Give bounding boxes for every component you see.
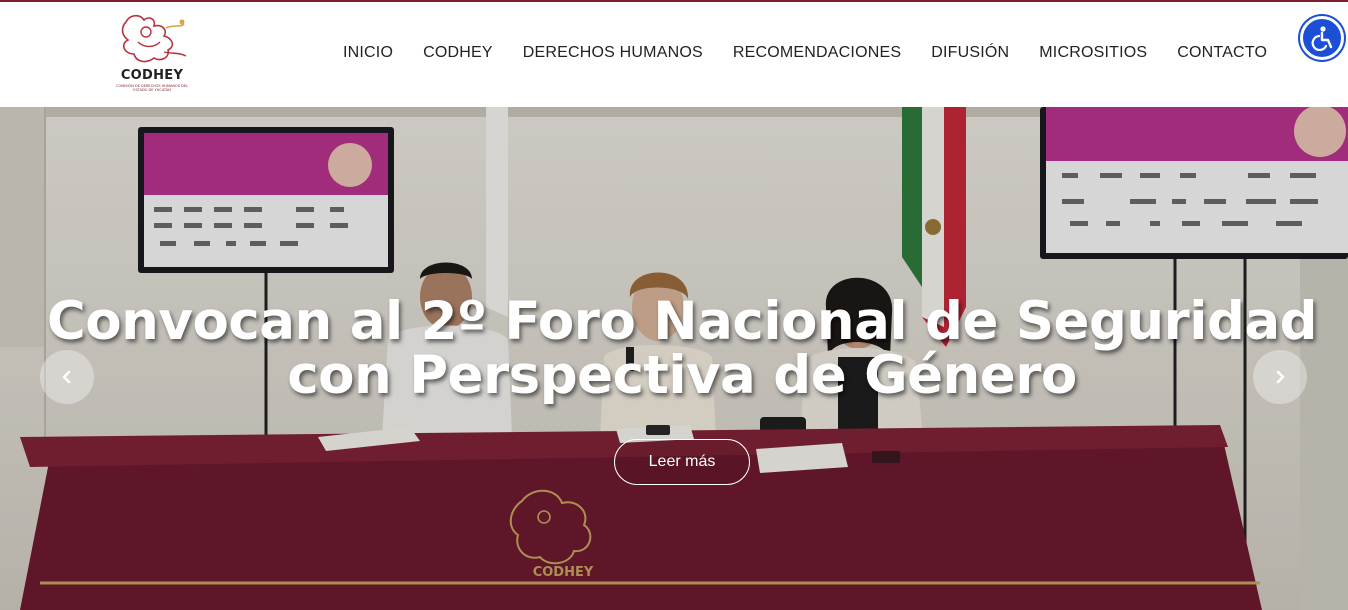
chevron-right-icon <box>1276 370 1285 384</box>
nav-item-inicio[interactable]: INICIO <box>343 44 393 62</box>
hero-carousel: CODHEY Convocan al 2º Foro Nacional de S… <box>0 107 1348 610</box>
logo-figure-icon <box>121 14 187 63</box>
read-more-button[interactable]: Leer más <box>614 439 750 485</box>
carousel-prev-button[interactable] <box>40 350 94 404</box>
nav-item-difusion[interactable]: DIFUSIÓN <box>931 44 1009 62</box>
nav-item-derechos-humanos[interactable]: DERECHOS HUMANOS <box>523 44 703 62</box>
accessibility-icon <box>1311 26 1333 51</box>
carousel-next-button[interactable] <box>1253 350 1307 404</box>
chevron-left-icon <box>62 370 71 384</box>
logo-wordmark: CODHEY <box>120 68 184 83</box>
nav-item-codhey[interactable]: CODHEY <box>423 44 493 62</box>
slide-headline: Convocan al 2º Foro Nacional de Segurida… <box>46 291 1318 406</box>
accessibility-button[interactable] <box>1300 16 1344 60</box>
site-header: CODHEY COMISIÓN DE DERECHOS HUMANOS DEL … <box>0 2 1348 107</box>
nav-item-contacto[interactable]: CONTACTO <box>1177 44 1267 62</box>
logo-subtitle: COMISIÓN DE DERECHOS HUMANOS DEL ESTADO … <box>116 84 188 92</box>
codhey-logo[interactable]: CODHEY COMISIÓN DE DERECHOS HUMANOS DEL … <box>112 12 196 98</box>
nav-item-recomendaciones[interactable]: RECOMENDACIONES <box>733 44 901 62</box>
nav-item-micrositios[interactable]: MICROSITIOS <box>1039 44 1147 62</box>
main-navigation: INICIO CODHEY DERECHOS HUMANOS RECOMENDA… <box>343 44 1297 62</box>
